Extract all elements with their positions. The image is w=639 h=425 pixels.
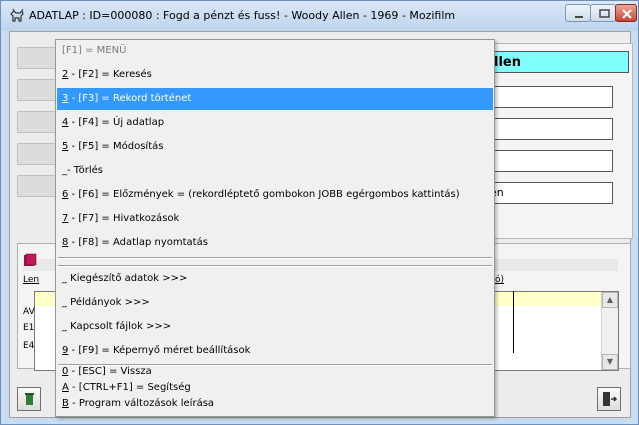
menu-item-label: - [F2] = Keresés	[68, 69, 152, 80]
context-menu: [F1] = MENÜ 2 - [F2] = Keresés 3 - [F3] …	[55, 39, 495, 417]
field-2[interactable]	[485, 86, 613, 108]
menu-item-label: _ Kiegészítő adatok >>>	[62, 273, 188, 284]
menu-item-menu-header: [F1] = MENÜ	[57, 40, 493, 62]
menu-item-search[interactable]: 2 - [F2] = Keresés	[57, 64, 493, 86]
minimize-button[interactable]	[565, 4, 591, 22]
goat-icon	[10, 8, 24, 22]
vertical-scrollbar[interactable]: ▲ ▼	[601, 292, 618, 370]
menu-item-label: - [F7] = Hivatkozások	[68, 213, 180, 224]
close-icon	[622, 9, 632, 19]
menu-item-history[interactable]: 6 - [F6] = Előzmények = (rekordléptető g…	[57, 184, 493, 206]
menu-item-label: - [F9] = Képernyő méret beállítások	[68, 345, 251, 356]
list-header-left[interactable]: Len	[23, 275, 39, 285]
book-icon	[24, 253, 37, 266]
menu-item-delete[interactable]: _- Törlés	[57, 160, 493, 182]
menu-item-label: - [F4] = Új adatlap	[68, 117, 165, 128]
trash-button[interactable]	[17, 387, 41, 411]
list-header-right[interactable]: ó)	[495, 275, 504, 285]
field-label-4	[17, 143, 59, 165]
field-label-1	[17, 47, 59, 69]
menu-item-linked-files[interactable]: _ Kapcsolt fájlok >>>	[57, 316, 493, 338]
close-button[interactable]	[615, 4, 637, 22]
menu-separator	[58, 265, 492, 267]
trash-icon	[25, 393, 34, 405]
column-divider	[513, 291, 514, 353]
menu-separator	[58, 257, 492, 259]
exit-button[interactable]	[597, 387, 621, 411]
field-4[interactable]	[485, 150, 613, 172]
menu-item-references[interactable]: 7 - [F7] = Hivatkozások	[57, 208, 493, 230]
menu-item-record-history[interactable]: 3 - [F3] = Rekord történet	[57, 88, 493, 110]
scroll-down-button[interactable]: ▼	[602, 354, 618, 370]
menu-item-modify[interactable]: 5 - [F5] = Módosítás	[57, 136, 493, 158]
title-bar[interactable]: ADATLAP : ID=000080 : Fogd a pénzt és fu…	[1, 1, 638, 31]
menu-item-changelog[interactable]: B - Program változások leírása	[57, 396, 493, 412]
menu-item-key: A	[62, 382, 69, 393]
menu-item-label: _ Kapcsolt fájlok >>>	[62, 321, 172, 332]
menu-item-label: - [F3] = Rekord történet	[68, 93, 192, 104]
menu-item-label: - [F8] = Adatlap nyomtatás	[68, 237, 208, 248]
menu-item-screen-size[interactable]: 9 - [F9] = Képernyő méret beállítások	[57, 340, 493, 362]
menu-item-help[interactable]: A - [CTRL+F1] = Segítség	[57, 380, 493, 396]
menu-item-copies[interactable]: _ Példányok >>>	[57, 292, 493, 314]
menu-item-label: - Program változások leírása	[68, 398, 215, 409]
field-label-3	[17, 111, 59, 133]
menu-item-key: B	[62, 398, 69, 409]
menu-item-label: - [F5] = Módosítás	[68, 141, 164, 152]
maximize-button[interactable]	[590, 4, 616, 22]
menu-item-label: - [F6] = Előzmények = (rekordléptető gom…	[68, 189, 460, 200]
field-label-2	[17, 79, 59, 101]
menu-item-label: - [CTRL+F1] = Segítség	[68, 382, 191, 393]
field-3[interactable]	[485, 118, 613, 140]
menu-item-extra-data[interactable]: _ Kiegészítő adatok >>>	[57, 268, 493, 290]
list-row-code-2[interactable]: E1	[23, 323, 34, 333]
menu-item-label: [F1] = MENÜ	[62, 45, 127, 56]
maximize-icon	[599, 9, 610, 18]
field-5[interactable]: en	[485, 182, 613, 204]
minimize-icon	[575, 16, 583, 18]
menu-item-label: - [ESC] = Vissza	[68, 366, 152, 377]
menu-item-new-record[interactable]: 4 - [F4] = Új adatlap	[57, 112, 493, 134]
field-label-5	[17, 175, 59, 197]
menu-item-label: _- Törlés	[62, 165, 103, 176]
menu-item-back[interactable]: 0 - [ESC] = Vissza	[57, 364, 493, 380]
main-window: ADATLAP : ID=000080 : Fogd a pénzt és fu…	[0, 0, 639, 425]
director-field-text: llen	[494, 55, 521, 70]
menu-item-print[interactable]: 8 - [F8] = Adatlap nyomtatás	[57, 232, 493, 254]
scroll-up-button[interactable]: ▲	[602, 292, 618, 308]
exit-door-icon	[603, 392, 618, 406]
list-row-code-3[interactable]: E4	[23, 341, 34, 351]
window-title: ADATLAP : ID=000080 : Fogd a pénzt és fu…	[29, 9, 456, 22]
director-field[interactable]: llen	[485, 51, 629, 73]
menu-item-label: _ Példányok >>>	[62, 297, 150, 308]
list-row-code-1[interactable]: AV	[23, 307, 35, 317]
